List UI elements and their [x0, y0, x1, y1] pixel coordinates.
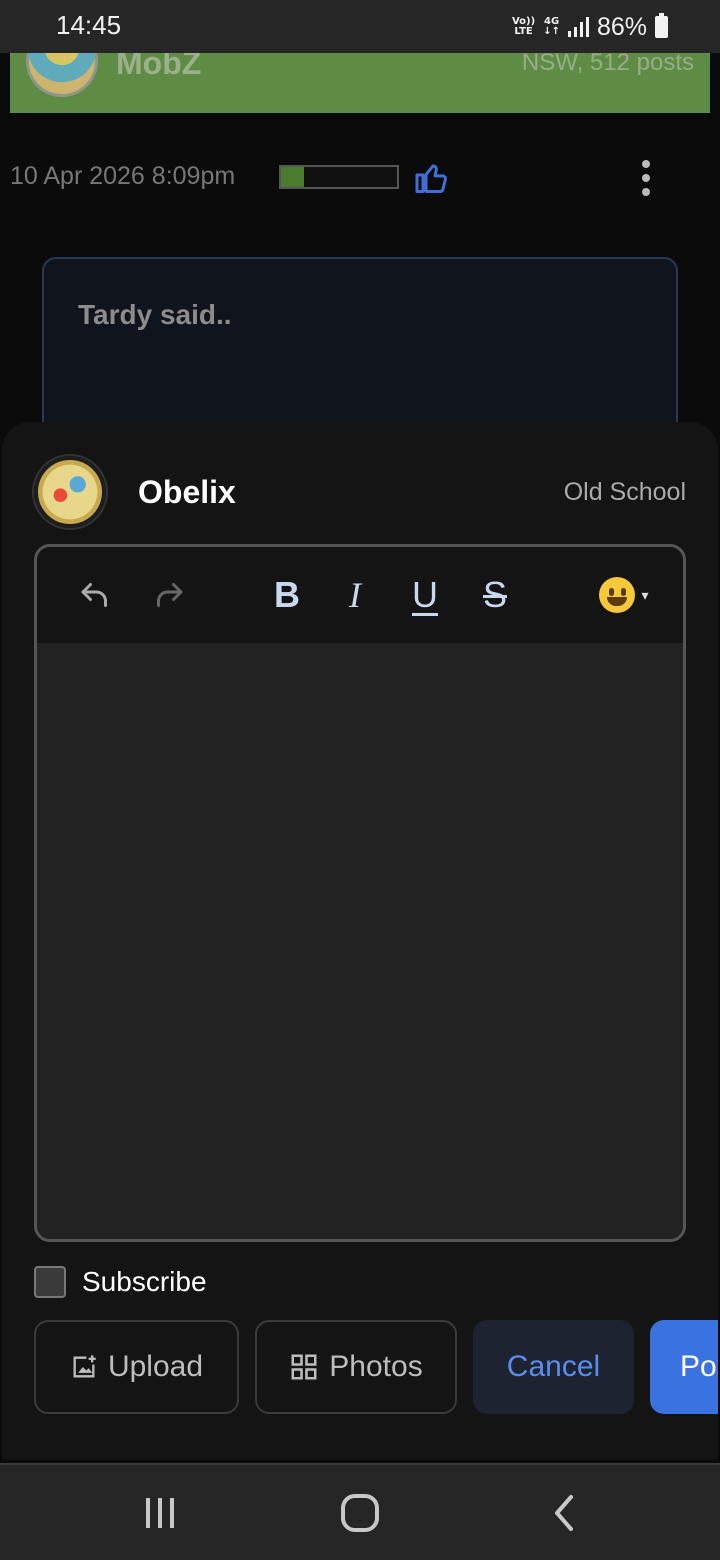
subscribe-label[interactable]: Subscribe	[82, 1266, 207, 1298]
subscribe-checkbox[interactable]	[34, 1266, 66, 1298]
more-options-icon[interactable]	[636, 158, 656, 198]
strikethrough-button[interactable]: S	[475, 571, 515, 619]
reply-text-area[interactable]	[37, 643, 683, 1239]
grid-icon	[289, 1352, 319, 1382]
composer-user-name: Obelix	[138, 474, 236, 510]
post-button[interactable]: Post	[650, 1320, 718, 1414]
quote-title: Tardy said..	[78, 299, 232, 330]
status-icons: Vo)) LTE 4G ↓↑ 86%	[512, 12, 668, 42]
rich-text-editor: B I U S ▾	[34, 544, 686, 1242]
network-bottom-label: ↓↑	[543, 26, 560, 37]
undo-icon	[81, 583, 107, 607]
volte-bottom-label: LTE	[514, 26, 533, 37]
volte-icon: Vo)) LTE	[512, 17, 535, 37]
editor-toolbar: B I U S ▾	[37, 547, 683, 643]
network-4g-icon: 4G ↓↑	[543, 17, 560, 37]
home-icon[interactable]	[340, 1493, 380, 1533]
battery-icon	[655, 13, 668, 38]
upload-label: Upload	[107, 1350, 204, 1383]
author-avatar[interactable]	[26, 53, 98, 97]
thumbs-up-icon[interactable]	[414, 160, 450, 196]
add-image-icon	[70, 1353, 98, 1381]
post-date: 10 Apr 2026 8:09pm	[10, 162, 236, 190]
reputation-bar-fill	[281, 167, 305, 187]
photos-label: Photos	[329, 1350, 423, 1383]
cancel-button[interactable]: Cancel	[473, 1320, 634, 1414]
cancel-label: Cancel	[506, 1350, 601, 1383]
strikethrough-icon: S	[482, 574, 507, 615]
status-time: 14:45	[56, 10, 122, 40]
composer-user-rank: Old School	[563, 478, 686, 506]
italic-icon: I	[349, 575, 361, 615]
system-nav-bar	[0, 1463, 720, 1560]
italic-button[interactable]: I	[335, 571, 375, 619]
composer-avatar	[34, 456, 106, 528]
dropdown-caret-icon: ▾	[641, 586, 649, 603]
underline-button[interactable]: U	[405, 571, 445, 619]
signal-strength-icon	[567, 17, 589, 37]
subscribe-option[interactable]: Subscribe	[34, 1264, 207, 1300]
battery-percentage: 86%	[596, 12, 647, 41]
upload-button[interactable]: Upload	[34, 1320, 239, 1414]
author-name[interactable]: MobZ	[116, 53, 201, 82]
post-author-banner[interactable]: MobZ NSW, 512 posts	[10, 53, 710, 113]
post-label: Post	[680, 1350, 718, 1383]
redo-button[interactable]	[149, 571, 189, 619]
back-icon[interactable]	[545, 1493, 585, 1533]
author-meta: NSW, 512 posts	[521, 53, 694, 76]
recent-apps-icon[interactable]	[140, 1493, 180, 1533]
smiley-emoji-icon	[599, 577, 636, 613]
photos-button[interactable]: Photos	[255, 1320, 457, 1414]
reply-composer-sheet: Obelix Old School B I U S ▾ Subscribe Up…	[2, 422, 718, 1460]
undo-button[interactable]	[75, 571, 115, 619]
status-bar: 14:45 Vo)) LTE 4G ↓↑ 86%	[0, 0, 720, 53]
bold-icon: B	[274, 574, 300, 615]
emoji-picker-button[interactable]: ▾	[593, 571, 655, 619]
bold-button[interactable]: B	[267, 571, 307, 619]
redo-icon	[157, 583, 183, 607]
underline-icon: U	[412, 574, 438, 615]
reputation-bar	[279, 165, 399, 189]
